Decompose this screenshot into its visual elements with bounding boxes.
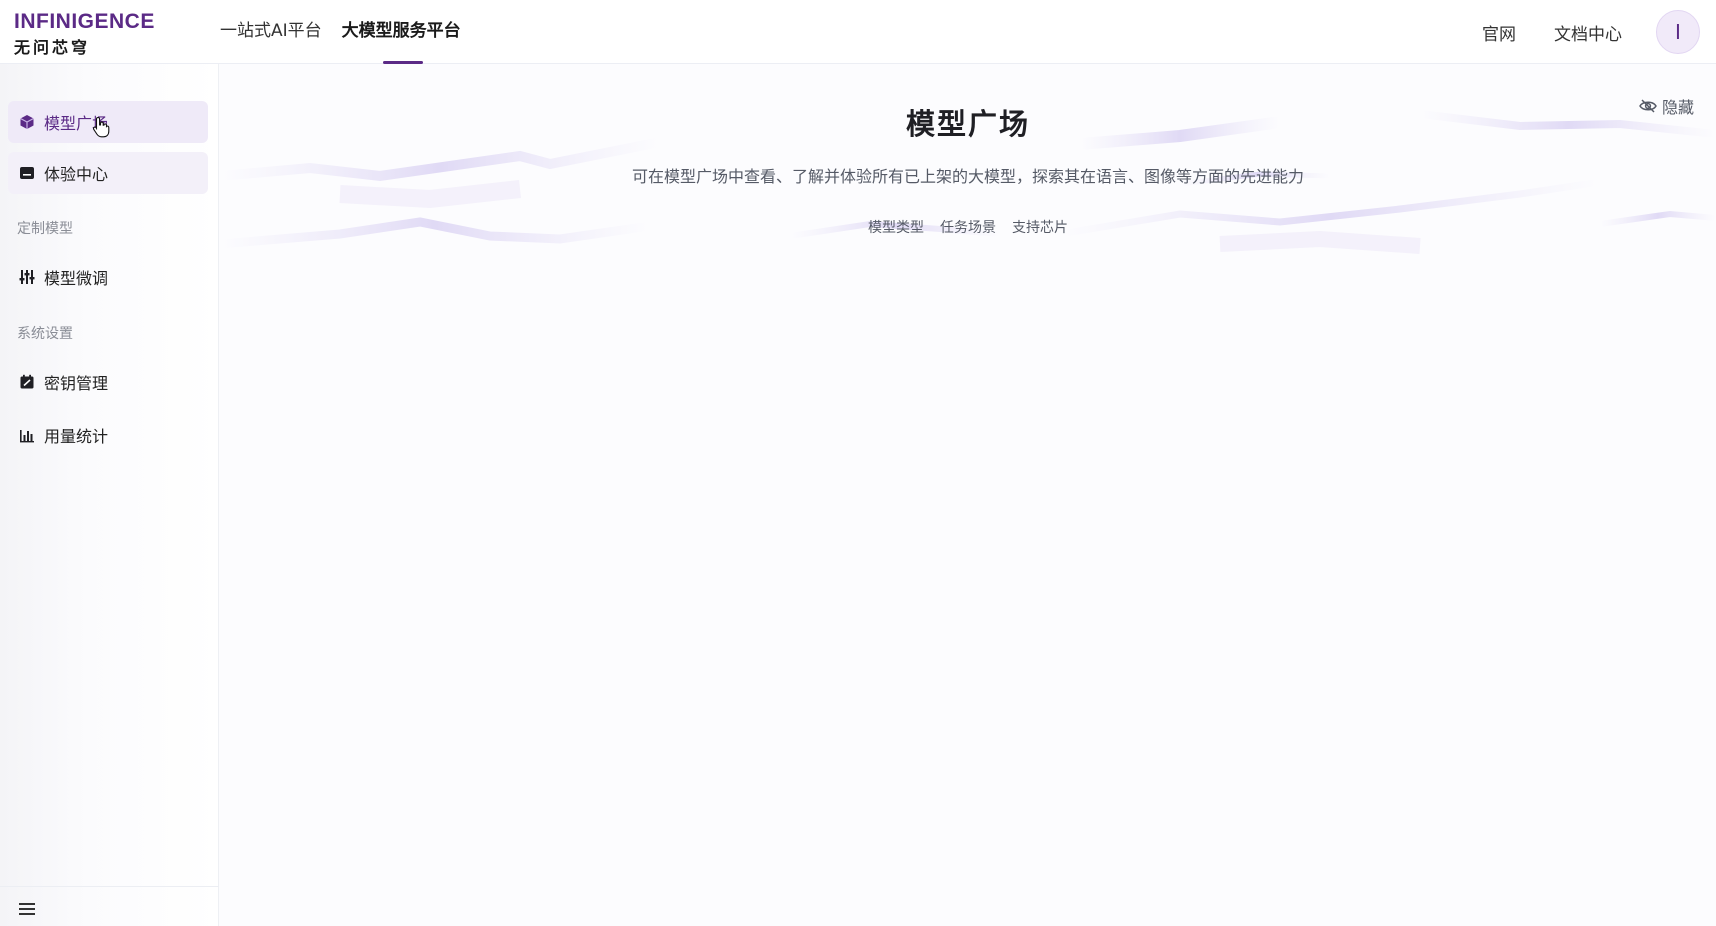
key-doc-icon [18, 373, 36, 391]
sidebar-group-system-settings: 系统设置 [17, 326, 73, 342]
top-right-links: 官网 文档中心 I [1482, 0, 1700, 64]
nav-llm-service-platform[interactable]: 大模型服务平台 [342, 0, 461, 64]
brand-name-cn: 无问芯穹 [14, 38, 91, 57]
sidebar-footer [0, 886, 219, 926]
hide-banner-label: 隐藏 [1661, 98, 1694, 117]
user-avatar[interactable]: I [1656, 10, 1700, 54]
sidebar-item-label: 模型广场 [44, 114, 109, 133]
sliders-icon [18, 268, 36, 286]
sidebar-item-label: 用量统计 [44, 427, 109, 446]
hero-banner: 模型广场 可在模型广场中查看、了解并体验所有已上架的大模型，探索其在语言、图像等… [220, 64, 1716, 274]
sidebar-item-model-finetune[interactable]: 模型微调 [8, 256, 208, 298]
filter-tag-task-scenario[interactable]: 任务场景 [940, 217, 996, 237]
avatar-letter: I [1675, 20, 1681, 44]
sidebar-item-key-management[interactable]: 密钥管理 [8, 361, 208, 403]
nav-one-stop-ai-platform[interactable]: 一站式AI平台 [220, 0, 322, 64]
page-title: 模型广场 [905, 107, 1030, 141]
hide-banner-button[interactable]: 隐藏 [1639, 94, 1694, 118]
sidebar-item-experience-center[interactable]: 体验中心 [8, 152, 208, 194]
sidebar-item-usage-stats[interactable]: 用量统计 [8, 414, 208, 456]
brand-name-en: INFINIGENCE [14, 10, 155, 33]
cube-icon [18, 113, 36, 131]
terminal-icon [18, 164, 36, 182]
top-nav: 一站式AI平台 大模型服务平台 [220, 0, 481, 64]
sidebar-item-label: 体验中心 [44, 165, 109, 184]
menu-icon[interactable] [18, 901, 36, 917]
brand-logo[interactable]: INFINIGENCE 无问芯穹 [14, 10, 164, 57]
sidebar-group-custom-model: 定制模型 [17, 221, 73, 237]
sidebar-item-model-plaza[interactable]: 模型广场 [8, 101, 208, 143]
sidebar-item-label: 模型微调 [44, 269, 109, 288]
bar-chart-icon [18, 426, 36, 444]
top-header: INFINIGENCE 无问芯穹 一站式AI平台 大模型服务平台 官网 文档中心… [0, 0, 1716, 64]
filter-tags: 模型类型 任务场景 支持芯片 [220, 217, 1716, 237]
filter-tag-supported-chip[interactable]: 支持芯片 [1012, 217, 1068, 237]
docs-center-link[interactable]: 文档中心 [1554, 20, 1622, 45]
nav-item-label: 一站式AI平台 [220, 21, 322, 41]
page-description: 可在模型广场中查看、了解并体验所有已上架的大模型，探索其在语言、图像等方面的先进… [631, 167, 1304, 186]
official-site-link[interactable]: 官网 [1482, 20, 1516, 45]
main-content: 模型广场 可在模型广场中查看、了解并体验所有已上架的大模型，探索其在语言、图像等… [220, 64, 1716, 926]
filter-tag-model-type[interactable]: 模型类型 [868, 217, 924, 237]
sidebar-item-label: 密钥管理 [44, 374, 109, 393]
eye-off-icon [1639, 99, 1657, 113]
sidebar: 模型广场 体验中心 定制模型 模型微调 系统设置 密钥管理 用量统计 [0, 64, 219, 926]
nav-item-label: 大模型服务平台 [341, 21, 461, 41]
